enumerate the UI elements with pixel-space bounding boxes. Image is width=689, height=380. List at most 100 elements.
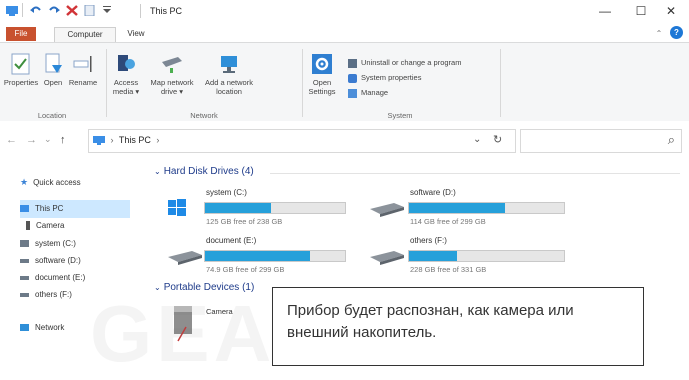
- drive-icon: [20, 275, 29, 280]
- nav-others-label: others (F:): [35, 290, 72, 299]
- drive-usage-fill: [205, 203, 271, 213]
- uninstall-icon: [348, 58, 357, 68]
- rename-icon: [72, 53, 94, 75]
- drive-name: others (F:): [410, 236, 447, 245]
- navigation-row: ← → ⌄ ↑ › This PC › ⌄ ↻ ⌕: [0, 121, 689, 161]
- help-icon[interactable]: ?: [670, 26, 683, 39]
- drive-tile-d[interactable]: software (D:) 114 GB free of 299 GB: [368, 188, 578, 232]
- network-icon: [20, 324, 29, 332]
- nav-document-label: document (E:): [35, 273, 86, 282]
- nav-quick-access-label: Quick access: [33, 178, 81, 187]
- nav-item-this-pc[interactable]: This PC: [20, 202, 63, 216]
- drive-usage-bar: [408, 202, 565, 214]
- rename-label: Rename: [68, 78, 98, 87]
- drive-name: document (E:): [206, 236, 257, 245]
- hard-disk-header-label: Hard Disk Drives (4): [163, 166, 254, 177]
- windows-drive-icon: [168, 199, 186, 216]
- drive-tile-f[interactable]: others (F:) 228 GB free of 331 GB: [368, 236, 578, 280]
- map-network-drive-button[interactable]: Map network drive ▾: [146, 53, 198, 96]
- access-media-label-2: media ▾: [112, 87, 140, 96]
- add-location-label-1: Add a network: [205, 78, 253, 87]
- collapse-chevron-icon: ⌄: [154, 167, 161, 176]
- drive-free-space: 114 GB free of 299 GB: [410, 217, 486, 226]
- add-network-location-button[interactable]: Add a network location: [200, 53, 258, 96]
- location-group-label: Location: [37, 111, 67, 120]
- access-media-button[interactable]: Access media ▾: [108, 53, 144, 96]
- collapse-ribbon-icon[interactable]: ⌃: [652, 27, 666, 41]
- drive-usage-bar: [408, 250, 565, 262]
- ribbon-separator: [500, 49, 501, 117]
- nav-item-software-drive[interactable]: software (D:): [20, 254, 81, 268]
- properties-button[interactable]: Properties: [2, 53, 40, 87]
- nav-item-document-drive[interactable]: document (E:): [20, 271, 85, 285]
- drive-name: system (C:): [206, 188, 247, 197]
- recent-locations-button[interactable]: ⌄: [44, 134, 52, 145]
- search-input[interactable]: ⌕: [520, 129, 682, 153]
- nav-this-pc-label: This PC: [35, 204, 64, 213]
- nav-item-camera[interactable]: Camera: [26, 219, 64, 233]
- redo-icon[interactable]: [48, 5, 60, 16]
- ribbon-separator: [106, 49, 107, 117]
- minimize-button[interactable]: —: [587, 2, 623, 20]
- drive-usage-fill: [205, 251, 310, 261]
- search-icon: ⌕: [667, 132, 675, 147]
- annotation-callout: Прибор будет распознан, как камера или в…: [272, 287, 644, 366]
- drive-tile-c[interactable]: system (C:) 125 GB free of 238 GB: [166, 188, 346, 232]
- drive-free-space: 125 GB free of 238 GB: [206, 217, 283, 226]
- path-chevron-end[interactable]: ›: [156, 135, 159, 145]
- uninstall-label: Uninstall or change a program: [361, 58, 462, 67]
- tab-computer[interactable]: Computer: [54, 27, 116, 42]
- system-properties-icon: [348, 73, 357, 83]
- open-label: Open: [43, 78, 63, 87]
- open-settings-button[interactable]: Open Settings: [302, 53, 342, 96]
- network-location-icon: [218, 53, 240, 75]
- hard-disk-drives-header[interactable]: ⌄ Hard Disk Drives (4): [154, 166, 254, 177]
- nav-item-others-drive[interactable]: others (F:): [20, 288, 72, 302]
- manage-button[interactable]: Manage: [348, 87, 388, 98]
- system-properties-button[interactable]: System properties: [348, 72, 421, 83]
- manage-icon: [348, 88, 357, 98]
- address-bar[interactable]: › This PC › ⌄ ↻: [88, 129, 516, 153]
- delete-icon[interactable]: [66, 5, 78, 16]
- refresh-icon[interactable]: ↻: [493, 133, 502, 146]
- drive-free-space: 228 GB free of 331 GB: [410, 265, 487, 274]
- section-rule: [270, 173, 680, 174]
- up-button[interactable]: ↑: [60, 134, 66, 146]
- drive-icon: [370, 251, 404, 265]
- drive-tile-e[interactable]: document (E:) 74.9 GB free of 299 GB: [166, 236, 346, 280]
- uninstall-program-button[interactable]: Uninstall or change a program: [348, 57, 461, 68]
- drive-usage-fill: [409, 203, 506, 213]
- manage-label: Manage: [361, 88, 389, 97]
- network-drive-icon: [161, 53, 183, 75]
- path-chevron: ›: [110, 135, 114, 145]
- system-group-label: System: [387, 111, 413, 120]
- nav-item-quick-access[interactable]: ★ Quick access: [20, 175, 81, 189]
- rename-button[interactable]: Rename: [64, 53, 102, 87]
- settings-gear-icon: [311, 53, 333, 75]
- drive-usage-bar: [204, 202, 346, 214]
- undo-icon[interactable]: [30, 5, 42, 16]
- address-path: › This PC ›: [93, 135, 159, 146]
- system-properties-label: System properties: [361, 73, 422, 82]
- access-media-label-1: Access: [113, 78, 139, 87]
- nav-item-system-drive[interactable]: system (C:): [20, 237, 76, 251]
- properties-small-icon[interactable]: [84, 4, 96, 17]
- close-button[interactable]: ✕: [653, 2, 689, 20]
- path-this-pc[interactable]: This PC: [119, 135, 151, 145]
- tab-view[interactable]: View: [116, 27, 156, 41]
- nav-network-label: Network: [35, 323, 65, 332]
- ribbon: Properties Open Rename Location Access m…: [0, 42, 689, 123]
- windows-drive-icon: [20, 240, 29, 248]
- nav-item-network[interactable]: Network: [20, 321, 64, 335]
- add-location-label-2: location: [216, 87, 242, 96]
- ribbon-tab-row: File Computer View ⌃ ?: [0, 22, 689, 42]
- address-dropdown-icon[interactable]: ⌄: [473, 134, 481, 145]
- tab-file[interactable]: File: [6, 27, 36, 41]
- quick-access-dropdown-icon[interactable]: [102, 4, 114, 15]
- back-button[interactable]: ←: [6, 134, 17, 146]
- nav-system-label: system (C:): [35, 239, 76, 248]
- open-icon: [42, 53, 64, 75]
- drive-name: software (D:): [410, 188, 456, 197]
- forward-button[interactable]: →: [26, 134, 37, 146]
- drive-icon: [20, 292, 29, 297]
